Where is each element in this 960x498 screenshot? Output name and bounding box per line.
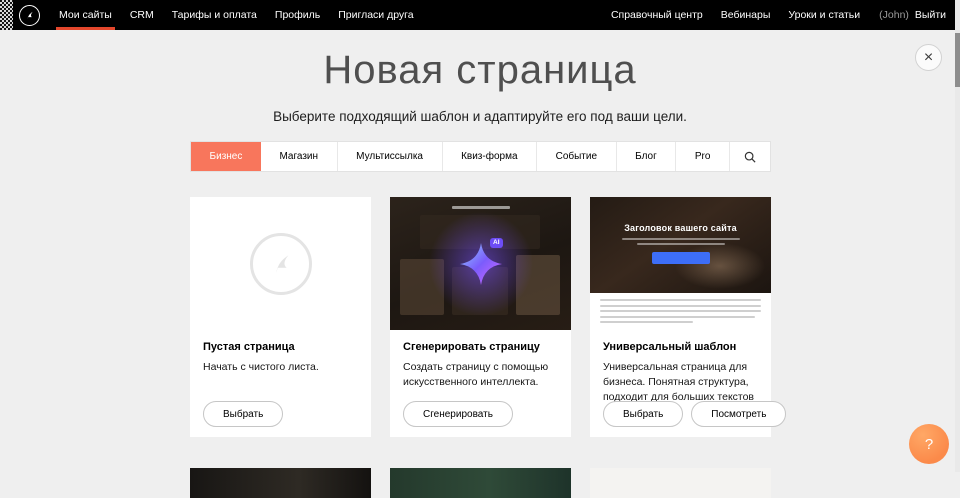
template-hero-button-decor	[652, 252, 710, 264]
universal-preview: Заголовок вашего сайта	[590, 197, 771, 330]
tab-multilink[interactable]: Мультиссылка	[338, 142, 443, 171]
select-blank-button[interactable]: Выбрать	[203, 401, 283, 427]
page-title: Новая страница	[0, 48, 960, 93]
main-nav: Мои сайты CRM Тарифы и оплата Профиль Пр…	[50, 0, 423, 30]
template-card-partial[interactable]	[390, 468, 571, 498]
template-card-partial[interactable]	[190, 468, 371, 498]
preview-universal-button[interactable]: Посмотреть	[691, 401, 786, 427]
user-name: (John)	[869, 9, 911, 21]
template-card-grid-row2	[190, 468, 771, 498]
tab-search[interactable]	[730, 142, 770, 171]
select-universal-button[interactable]: Выбрать	[603, 401, 683, 427]
search-icon	[744, 151, 756, 163]
pixel-pattern-decor	[0, 0, 13, 30]
tab-blog[interactable]: Блог	[617, 142, 677, 171]
top-navbar: Мои сайты CRM Тарифы и оплата Профиль Пр…	[0, 0, 960, 30]
tab-event[interactable]: Событие	[537, 142, 617, 171]
nav-webinars[interactable]: Вебинары	[712, 0, 780, 30]
question-icon: ?	[925, 436, 933, 453]
template-text-section-decor	[590, 293, 771, 330]
nav-my-sites[interactable]: Мои сайты	[50, 0, 121, 30]
tilda-watermark-ring	[250, 233, 312, 295]
card-title: Сгенерировать страницу	[403, 341, 558, 353]
template-category-tabs: Бизнес Магазин Мультиссылка Квиз-форма С…	[190, 141, 771, 172]
template-hero: Заголовок вашего сайта	[590, 197, 771, 293]
template-hero-heading: Заголовок вашего сайта	[624, 223, 737, 233]
scrollbar-track[interactable]	[955, 0, 960, 472]
tab-quiz-form[interactable]: Квиз-форма	[443, 142, 538, 171]
help-button[interactable]: ?	[909, 424, 949, 464]
template-card-partial[interactable]	[590, 468, 771, 498]
nav-crm[interactable]: CRM	[121, 0, 163, 30]
page-subtitle: Выберите подходящий шаблон и адаптируйте…	[0, 109, 960, 124]
tab-pro[interactable]: Pro	[676, 142, 730, 171]
generate-button[interactable]: Сгенерировать	[403, 401, 513, 427]
nav-profile[interactable]: Профиль	[266, 0, 329, 30]
card-title: Пустая страница	[203, 341, 358, 353]
ai-star-wrap	[390, 197, 571, 330]
template-card-blank[interactable]: Пустая страница Начать с чистого листа. …	[190, 197, 371, 437]
template-card-grid: Пустая страница Начать с чистого листа. …	[190, 197, 771, 437]
card-actions: Выбрать Посмотреть	[603, 401, 786, 427]
tab-business[interactable]: Бизнес	[191, 142, 261, 171]
card-title: Универсальный шаблон	[603, 341, 758, 353]
ai-sparkle-icon	[459, 242, 503, 286]
secondary-nav: Справочный центр Вебинары Уроки и статьи…	[602, 0, 946, 30]
tab-store[interactable]: Магазин	[261, 142, 338, 171]
card-description: Начать с чистого листа.	[203, 360, 358, 375]
ai-preview: AI	[390, 197, 571, 330]
tilda-watermark-icon	[266, 249, 296, 279]
card-description: Создать страницу с помощью искусственног…	[403, 360, 558, 390]
tilda-logo-icon	[23, 9, 36, 22]
template-card-ai[interactable]: AI Сгенерировать страницу Создать страни…	[390, 197, 571, 437]
tilda-logo[interactable]	[19, 5, 40, 26]
card-actions: Выбрать	[203, 401, 283, 427]
blank-preview	[190, 197, 371, 330]
card-body: Пустая страница Начать с чистого листа.	[190, 330, 371, 375]
nav-help-center[interactable]: Справочный центр	[602, 0, 712, 30]
card-actions: Сгенерировать	[403, 401, 513, 427]
nav-lessons-articles[interactable]: Уроки и статьи	[779, 0, 869, 30]
template-hero-subtext-decor	[590, 238, 771, 245]
ai-badge: AI	[490, 238, 504, 248]
nav-invite-friend[interactable]: Пригласи друга	[329, 0, 422, 30]
template-card-universal[interactable]: Заголовок вашего сайта Универсальный шаб…	[590, 197, 771, 437]
nav-plans-payment[interactable]: Тарифы и оплата	[163, 0, 266, 30]
scrollbar-thumb[interactable]	[955, 33, 960, 87]
logout-link[interactable]: Выйти	[911, 9, 946, 21]
card-body: Сгенерировать страницу Создать страницу …	[390, 330, 571, 390]
